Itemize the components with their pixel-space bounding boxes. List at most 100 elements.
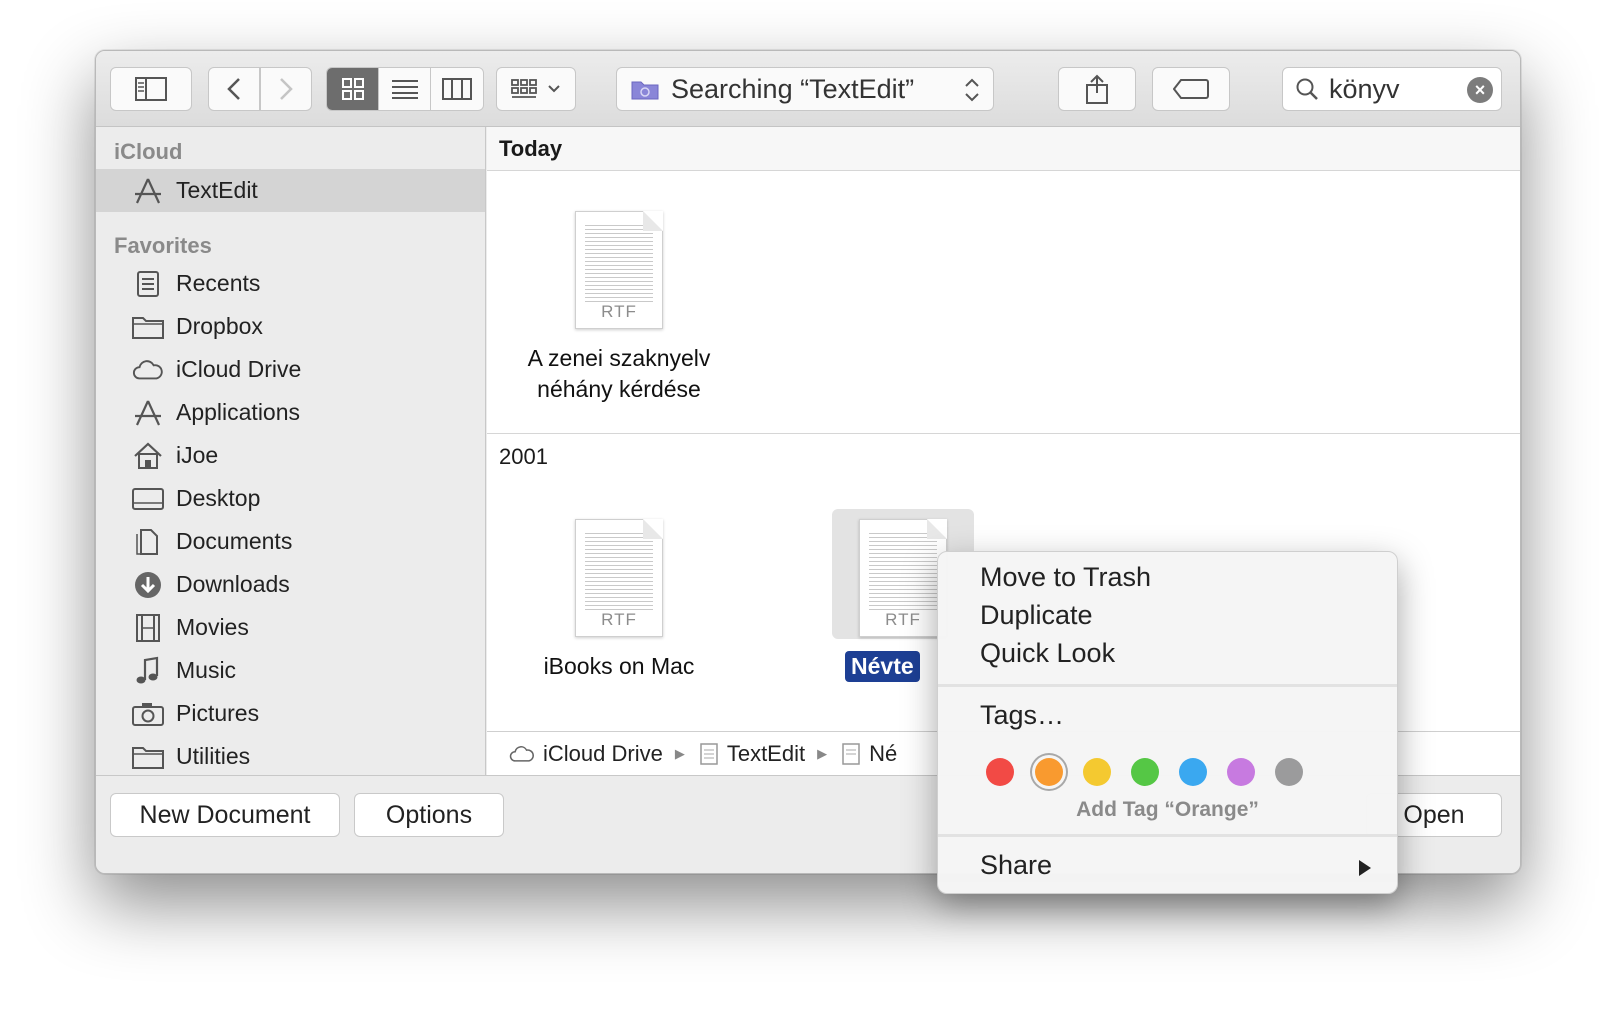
submenu-arrow-icon: [1359, 860, 1371, 876]
tag-color-orange[interactable]: [1035, 758, 1063, 786]
sidebar-item-label: Desktop: [176, 485, 261, 511]
columns-icon: [442, 78, 472, 100]
tag-color-red[interactable]: [986, 758, 1014, 786]
share-icon: [1086, 74, 1108, 104]
menu-item-quick-look[interactable]: Quick Look: [980, 638, 1115, 669]
sidebar-item-pictures[interactable]: Pictures: [96, 692, 485, 735]
view-mode-segmented-control: [326, 67, 484, 111]
sidebar-item-label: Recents: [176, 270, 261, 296]
rtf-file-icon: [842, 742, 860, 765]
menu-item-move-to-trash[interactable]: Move to Trash: [980, 562, 1151, 593]
clear-search-icon[interactable]: ×: [1467, 77, 1493, 103]
sidebar-item-movies[interactable]: Movies: [96, 606, 485, 649]
sidebar-item-label: Downloads: [176, 571, 290, 597]
sidebar-item-recents[interactable]: Recents: [96, 262, 485, 305]
menu-item-duplicate[interactable]: Duplicate: [980, 600, 1093, 631]
sidebar-item-label: Utilities: [176, 743, 251, 769]
sidebar-item-label: iJoe: [176, 442, 219, 468]
folder-icon: [132, 742, 164, 772]
home-icon: [132, 441, 164, 471]
menu-separator: [938, 684, 1397, 687]
sidebar-item-label: Pictures: [176, 700, 260, 726]
file-name: Névte: [845, 651, 920, 682]
section-heading-year: 2001: [499, 444, 548, 469]
share-button[interactable]: [1058, 67, 1136, 111]
path-item-textedit[interactable]: TextEdit: [699, 741, 805, 767]
file-item[interactable]: RTF iBooks on Mac: [509, 519, 729, 682]
path-item-icloud-drive[interactable]: iCloud Drive: [509, 741, 663, 767]
file-name-line2: néhány kérdése: [537, 376, 701, 402]
grid-icon: [341, 78, 364, 100]
sidebar-heading-favorites: Favorites: [114, 233, 212, 258]
path-item-label: iCloud Drive: [543, 740, 663, 766]
path-separator-icon: ▶: [817, 745, 828, 761]
sidebar-item-label: iCloud Drive: [176, 356, 302, 382]
sidebar-item-icloud-drive[interactable]: iCloud Drive: [96, 348, 485, 391]
sidebar-item-textedit[interactable]: TextEdit: [96, 169, 485, 212]
sidebar-item-label: Documents: [176, 528, 293, 554]
back-button[interactable]: [208, 67, 260, 111]
textedit-icon: [700, 742, 718, 765]
rtf-document-icon: RTF: [859, 519, 947, 637]
file-name: iBooks on Mac: [543, 653, 695, 679]
tag-color-gray[interactable]: [1275, 758, 1303, 786]
tag-color-yellow[interactable]: [1083, 758, 1111, 786]
file-type-label: RTF: [885, 610, 921, 629]
options-button[interactable]: Options: [354, 793, 504, 837]
smart-folder-icon: [631, 81, 659, 100]
path-item-file[interactable]: Né: [841, 741, 897, 767]
tag-color-purple[interactable]: [1227, 758, 1255, 786]
tag-color-blue[interactable]: [1179, 758, 1207, 786]
sidebar-item-utilities[interactable]: Utilities: [96, 735, 485, 778]
arrange-button[interactable]: [496, 67, 576, 111]
sidebar-item-label: Music: [176, 657, 237, 683]
menu-item-share[interactable]: Share: [980, 850, 1052, 881]
sidebar-item-desktop[interactable]: Desktop: [96, 477, 485, 520]
sidebar: iCloud TextEdit Favorites Recents Dropbo…: [96, 127, 486, 775]
column-view-button[interactable]: [431, 68, 483, 110]
downloads-icon: [132, 570, 164, 600]
rtf-document-icon: RTF: [575, 519, 663, 637]
arrange-grid-icon: [511, 79, 537, 98]
path-separator-icon: ▶: [674, 745, 685, 761]
sidebar-item-label: Dropbox: [176, 313, 263, 339]
new-document-button[interactable]: New Document: [110, 793, 340, 837]
sidebar-item-documents[interactable]: Documents: [96, 520, 485, 563]
menu-item-tags[interactable]: Tags…: [980, 700, 1064, 731]
tag-color-green[interactable]: [1131, 758, 1159, 786]
path-item-label: TextEdit: [726, 740, 806, 766]
sidebar-item-dropbox[interactable]: Dropbox: [96, 305, 485, 348]
sidebar-item-label: Movies: [176, 614, 249, 640]
location-popup[interactable]: Searching “TextEdit”: [616, 67, 994, 111]
file-item[interactable]: RTF A zenei szaknyelv néhány kérdése: [509, 211, 729, 405]
icon-view-button[interactable]: [327, 68, 379, 110]
search-value: könyv: [1329, 73, 1400, 104]
music-icon: [132, 656, 164, 686]
section-heading-today: Today: [487, 127, 1520, 171]
sidebar-item-ijoe[interactable]: iJoe: [96, 434, 485, 477]
list-view-button[interactable]: [379, 68, 431, 110]
sidebar-item-label: Applications: [176, 399, 301, 425]
sidebar-toggle-button[interactable]: [110, 67, 192, 111]
rtf-document-icon: RTF: [575, 211, 663, 329]
app-store-icon: [132, 176, 164, 206]
sidebar-item-applications[interactable]: Applications: [96, 391, 485, 434]
sidebar-item-downloads[interactable]: Downloads: [96, 563, 485, 606]
chevron-right-icon: [280, 78, 293, 100]
sidebar-heading-icloud: iCloud: [114, 139, 183, 164]
location-label: Searching “TextEdit”: [671, 73, 915, 104]
chevron-down-icon: [548, 85, 560, 93]
forward-button[interactable]: [260, 67, 312, 111]
sidebar-item-label: TextEdit: [176, 177, 258, 203]
cloud-icon: [509, 745, 534, 762]
sidebar-item-music[interactable]: Music: [96, 649, 485, 692]
menu-separator: [938, 834, 1397, 837]
path-item-label: Né: [869, 740, 898, 766]
chevron-left-icon: [227, 78, 240, 100]
file-name: A zenei szaknyelv: [527, 345, 711, 371]
applications-icon: [132, 398, 164, 428]
search-field[interactable]: könyv ×: [1282, 67, 1502, 111]
folder-icon: [132, 312, 164, 342]
context-menu: Move to Trash Duplicate Quick Look Tags……: [937, 551, 1398, 894]
tags-button[interactable]: [1152, 67, 1230, 111]
